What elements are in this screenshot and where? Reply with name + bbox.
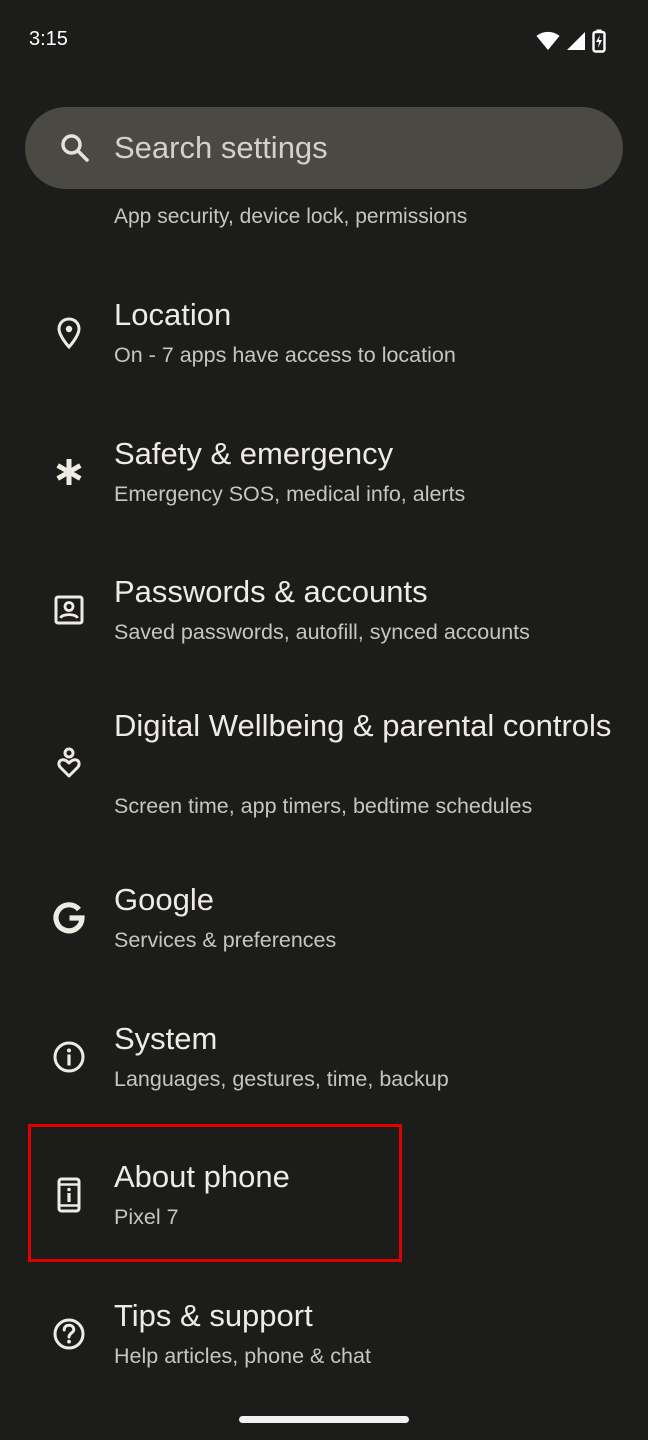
settings-item-title: Digital Wellbeing & parental controls [114, 708, 612, 743]
status-time: 3:15 [29, 28, 68, 50]
settings-item-subtitle: Pixel 7 [114, 1205, 179, 1229]
settings-item-location[interactable]: Location On - 7 apps have access to loca… [0, 280, 648, 400]
account-box-icon [50, 591, 88, 629]
help-circle-icon [50, 1315, 88, 1353]
settings-item-tips[interactable]: Tips & support Help articles, phone & ch… [0, 1281, 648, 1401]
settings-item-subtitle: Emergency SOS, medical info, alerts [114, 482, 466, 506]
search-placeholder: Search settings [114, 130, 328, 165]
settings-item-about-phone[interactable]: About phone Pixel 7 [0, 1142, 648, 1262]
status-icons [536, 29, 606, 53]
settings-item-subtitle: Saved passwords, autofill, synced accoun… [114, 620, 530, 644]
battery-charging-icon [592, 29, 606, 53]
settings-item-google[interactable]: Google Services & preferences [0, 865, 648, 985]
asterisk-icon [50, 453, 88, 491]
google-g-icon [50, 899, 88, 937]
security-item-subtitle: App security, device lock, permissions [114, 205, 468, 228]
info-circle-icon [50, 1038, 88, 1076]
settings-item-system[interactable]: System Languages, gestures, time, backup [0, 1004, 648, 1124]
settings-item-passwords[interactable]: Passwords & accounts Saved passwords, au… [0, 557, 648, 677]
settings-item-title: Passwords & accounts [114, 574, 428, 609]
cellular-signal-icon [566, 31, 586, 51]
settings-item-title: Safety & emergency [114, 436, 394, 471]
settings-item-wellbeing[interactable]: Digital Wellbeing & parental controls Sc… [0, 692, 648, 852]
settings-item-title: About phone [114, 1159, 290, 1194]
wellbeing-icon [50, 744, 88, 782]
phone-info-icon [50, 1176, 88, 1214]
wifi-icon [536, 31, 560, 51]
settings-item-title: Location [114, 297, 232, 332]
settings-item-subtitle: Screen time, app timers, bedtime schedul… [114, 794, 533, 818]
location-pin-icon [50, 314, 88, 352]
settings-item-subtitle: On - 7 apps have access to location [114, 343, 456, 367]
settings-item-title: Tips & support [114, 1298, 313, 1333]
settings-item-title: Google [114, 882, 214, 917]
settings-item-title: System [114, 1021, 218, 1056]
settings-item-subtitle: Services & preferences [114, 928, 337, 952]
search-bar[interactable]: Search settings [25, 107, 623, 189]
settings-item-safety[interactable]: Safety & emergency Emergency SOS, medica… [0, 419, 648, 539]
search-icon [59, 132, 91, 164]
gesture-nav-handle[interactable] [239, 1416, 409, 1423]
settings-item-subtitle: Languages, gestures, time, backup [114, 1067, 449, 1091]
status-bar: 3:15 [0, 0, 648, 80]
settings-item-subtitle: Help articles, phone & chat [114, 1344, 371, 1368]
